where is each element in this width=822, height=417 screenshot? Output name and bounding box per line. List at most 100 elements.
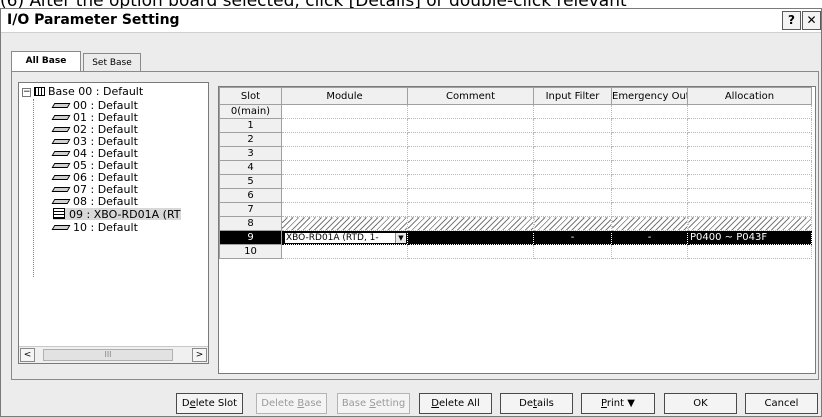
module-cell[interactable]	[281, 244, 408, 259]
module-cell[interactable]	[281, 188, 408, 203]
delete-all-button[interactable]: Delete All	[419, 393, 492, 414]
allocation-cell	[687, 216, 812, 231]
module-cell[interactable]	[281, 132, 408, 147]
input-filter-cell[interactable]	[533, 202, 612, 217]
emergency-out-cell[interactable]	[611, 244, 688, 259]
input-filter-cell[interactable]	[533, 146, 612, 161]
table-row[interactable]: 10	[219, 244, 812, 259]
tree-root-label: Base 00 : Default	[48, 85, 144, 98]
input-filter-cell[interactable]	[533, 244, 612, 259]
scroll-right-icon[interactable]: >	[192, 348, 207, 362]
column-header-emergency-out: Emergency Out	[611, 87, 688, 105]
table-row[interactable]: 7	[219, 202, 812, 217]
slot-cell: 0(main)	[219, 104, 282, 119]
table-row[interactable]: 6	[219, 188, 812, 203]
ok-button[interactable]: OK	[664, 393, 737, 414]
input-filter-cell[interactable]	[533, 188, 612, 203]
module-cell	[281, 216, 408, 231]
details-button[interactable]: Details	[500, 393, 573, 414]
slot-cell: 4	[219, 160, 282, 175]
column-header-slot: Slot	[219, 87, 282, 105]
comment-cell[interactable]	[407, 230, 534, 245]
emergency-out-cell[interactable]	[611, 188, 688, 203]
comment-cell[interactable]	[407, 104, 534, 119]
comment-cell[interactable]	[407, 188, 534, 203]
emergency-out-cell[interactable]	[611, 160, 688, 175]
table-row[interactable]: 1	[219, 118, 812, 133]
slot-grid: Slot Module Comment Input Filter Emergen…	[218, 86, 816, 374]
input-filter-cell[interactable]	[533, 118, 612, 133]
emergency-out-cell[interactable]	[611, 104, 688, 119]
allocation-cell	[687, 146, 812, 161]
delete-slot-button[interactable]: Delete Slot	[176, 393, 243, 414]
slot-icon	[51, 127, 71, 132]
scroll-left-icon[interactable]: <	[20, 348, 35, 362]
column-header-comment: Comment	[407, 87, 534, 105]
table-row[interactable]: 4	[219, 160, 812, 175]
allocation-cell	[687, 174, 812, 189]
allocation-cell	[687, 188, 812, 203]
emergency-out-cell[interactable]: -	[611, 230, 688, 245]
comment-cell[interactable]	[407, 174, 534, 189]
option-board-icon	[53, 208, 65, 219]
input-filter-cell[interactable]	[533, 160, 612, 175]
table-row-unavailable[interactable]: 8	[219, 216, 812, 231]
input-filter-cell[interactable]: -	[533, 230, 612, 245]
table-row[interactable]: 3	[219, 146, 812, 161]
delete-base-button[interactable]: Delete Base	[256, 393, 327, 414]
module-cell[interactable]	[281, 160, 408, 175]
input-filter-cell[interactable]	[533, 104, 612, 119]
module-dropdown[interactable]: XBO-RD01A (RTD, 1- ▼	[284, 231, 407, 244]
comment-cell[interactable]	[407, 132, 534, 147]
module-cell[interactable]: XBO-RD01A (RTD, 1- ▼	[281, 230, 408, 245]
table-row-selected[interactable]: 9 XBO-RD01A (RTD, 1- ▼ - - P0400 ~ P043F	[219, 230, 812, 245]
input-filter-cell[interactable]	[533, 174, 612, 189]
print-button[interactable]: Print ▼	[581, 393, 655, 414]
tree-root-base-00[interactable]: − Base 00 : Default	[22, 86, 143, 98]
base-setting-button[interactable]: Base Setting	[337, 393, 410, 414]
tree-horizontal-scrollbar[interactable]: < III >	[19, 346, 208, 363]
help-button[interactable]: ?	[782, 11, 801, 30]
emergency-out-cell[interactable]	[611, 118, 688, 133]
emergency-out-cell	[611, 216, 688, 231]
slot-cell: 9	[219, 230, 282, 245]
table-row[interactable]: 5	[219, 174, 812, 189]
tree-item-slot-08[interactable]: 08 : Default	[51, 196, 138, 208]
comment-cell[interactable]	[407, 160, 534, 175]
comment-cell	[407, 216, 534, 231]
slot-icon	[51, 175, 71, 180]
module-dropdown-value: XBO-RD01A (RTD, 1-	[286, 232, 379, 243]
slot-icon	[51, 139, 71, 144]
column-header-module: Module	[281, 87, 408, 105]
emergency-out-cell[interactable]	[611, 132, 688, 147]
emergency-out-cell[interactable]	[611, 146, 688, 161]
collapse-icon[interactable]: −	[22, 88, 31, 97]
comment-cell[interactable]	[407, 146, 534, 161]
module-cell[interactable]	[281, 104, 408, 119]
module-cell[interactable]	[281, 146, 408, 161]
dropdown-arrow-icon[interactable]: ▼	[395, 232, 406, 243]
scrollbar-thumb[interactable]: III	[43, 349, 173, 361]
slot-icon	[51, 151, 71, 156]
cancel-button[interactable]: Cancel	[745, 393, 818, 414]
input-filter-cell[interactable]	[533, 132, 612, 147]
comment-cell[interactable]	[407, 118, 534, 133]
tab-all-base[interactable]: All Base	[11, 51, 81, 73]
module-cell[interactable]	[281, 174, 408, 189]
table-row[interactable]: 2	[219, 132, 812, 147]
slot-icon	[51, 103, 71, 108]
emergency-out-cell[interactable]	[611, 174, 688, 189]
close-button[interactable]: ✕	[802, 11, 821, 30]
comment-cell[interactable]	[407, 244, 534, 259]
emergency-out-cell[interactable]	[611, 202, 688, 217]
comment-cell[interactable]	[407, 202, 534, 217]
tree-item-slot-10[interactable]: 10 : Default	[51, 222, 138, 234]
slot-cell: 10	[219, 244, 282, 259]
table-row[interactable]: 0(main)	[219, 104, 812, 119]
slot-icon	[51, 225, 71, 230]
tree-item-slot-09[interactable]: 09 : XBO-RD01A (RT	[53, 208, 181, 221]
allocation-cell	[687, 132, 812, 147]
module-cell[interactable]	[281, 202, 408, 217]
module-cell[interactable]	[281, 118, 408, 133]
tab-set-base[interactable]: Set Base	[83, 53, 141, 71]
